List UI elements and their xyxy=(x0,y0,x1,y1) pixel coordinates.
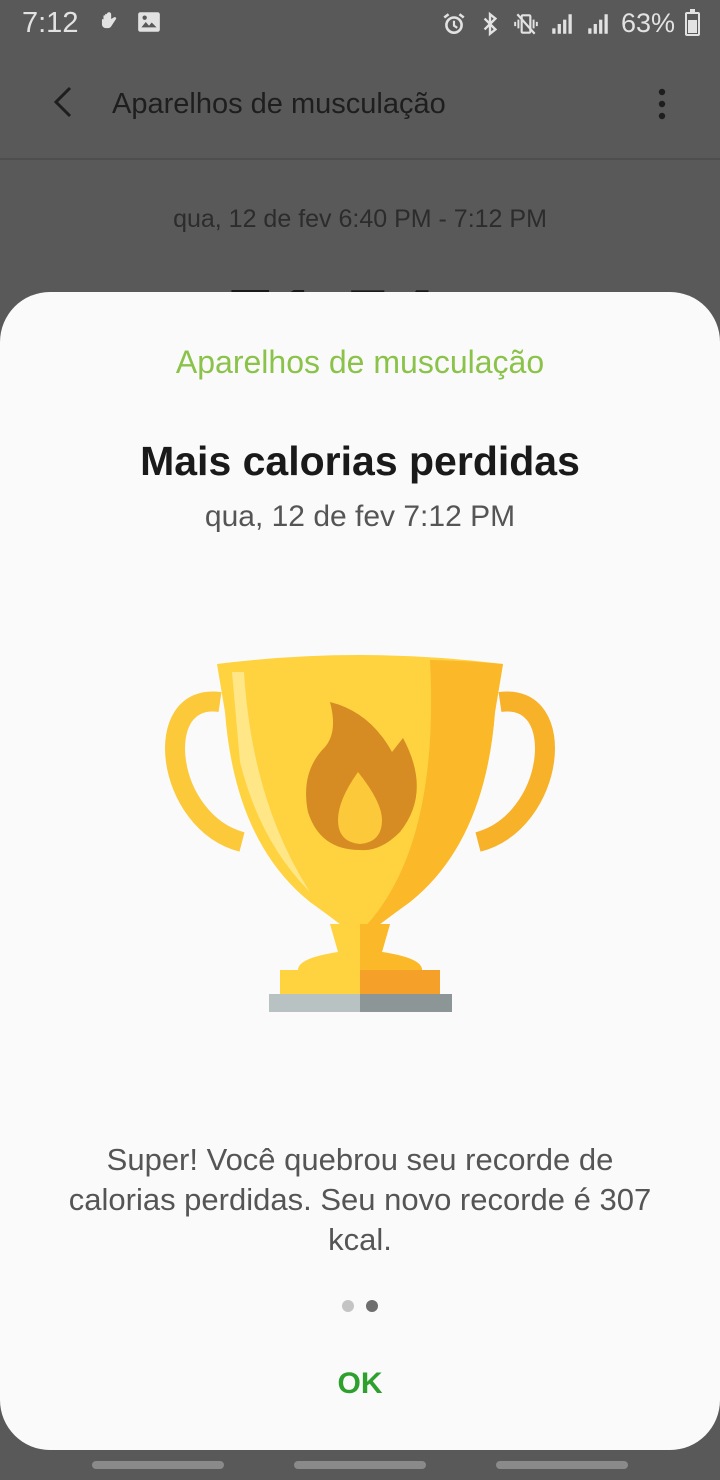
app-bar-title: Aparelhos de musculação xyxy=(112,88,446,120)
page-indicator xyxy=(0,1300,720,1312)
achievement-dialog: Aparelhos de musculação Mais calorias pe… xyxy=(0,292,720,1450)
signal-icon xyxy=(588,13,608,34)
dialog-message: Super! Você quebrou seu recorde de calor… xyxy=(68,1142,652,1257)
alarm-icon xyxy=(443,12,465,34)
vibrate-icon xyxy=(514,13,538,34)
status-bar: 7:12 63% xyxy=(0,0,720,48)
trophy-flame-icon xyxy=(165,655,555,1012)
battery-percent: 63% xyxy=(620,8,675,38)
image-notification-icon xyxy=(138,12,160,32)
nav-hint-back[interactable] xyxy=(496,1461,628,1469)
ok-button[interactable]: OK xyxy=(300,1354,420,1414)
page-dot-2[interactable] xyxy=(366,1300,378,1312)
battery-fill xyxy=(688,19,697,33)
battery-icon xyxy=(685,8,700,36)
dialog-date: qua, 12 de fev 7:12 PM xyxy=(204,500,516,533)
back-arrow-icon[interactable] xyxy=(44,82,84,122)
dialog-category: Aparelhos de musculação xyxy=(175,344,545,380)
dialog-title: Mais calorias perdidas xyxy=(140,438,580,484)
page-dot-1[interactable] xyxy=(342,1300,354,1312)
bluetooth-icon xyxy=(483,11,498,36)
nav-hint-home[interactable] xyxy=(294,1461,426,1469)
background-date-range: qua, 12 de fev 6:40 PM - 7:12 PM xyxy=(173,205,547,233)
nav-hint-recents[interactable] xyxy=(92,1461,224,1469)
app-bar: Aparelhos de musculação xyxy=(0,50,720,160)
status-time: 7:12 xyxy=(22,7,79,39)
hand-notification-icon xyxy=(101,12,117,29)
signal-icon xyxy=(552,13,572,34)
more-vert-icon[interactable] xyxy=(652,86,672,122)
